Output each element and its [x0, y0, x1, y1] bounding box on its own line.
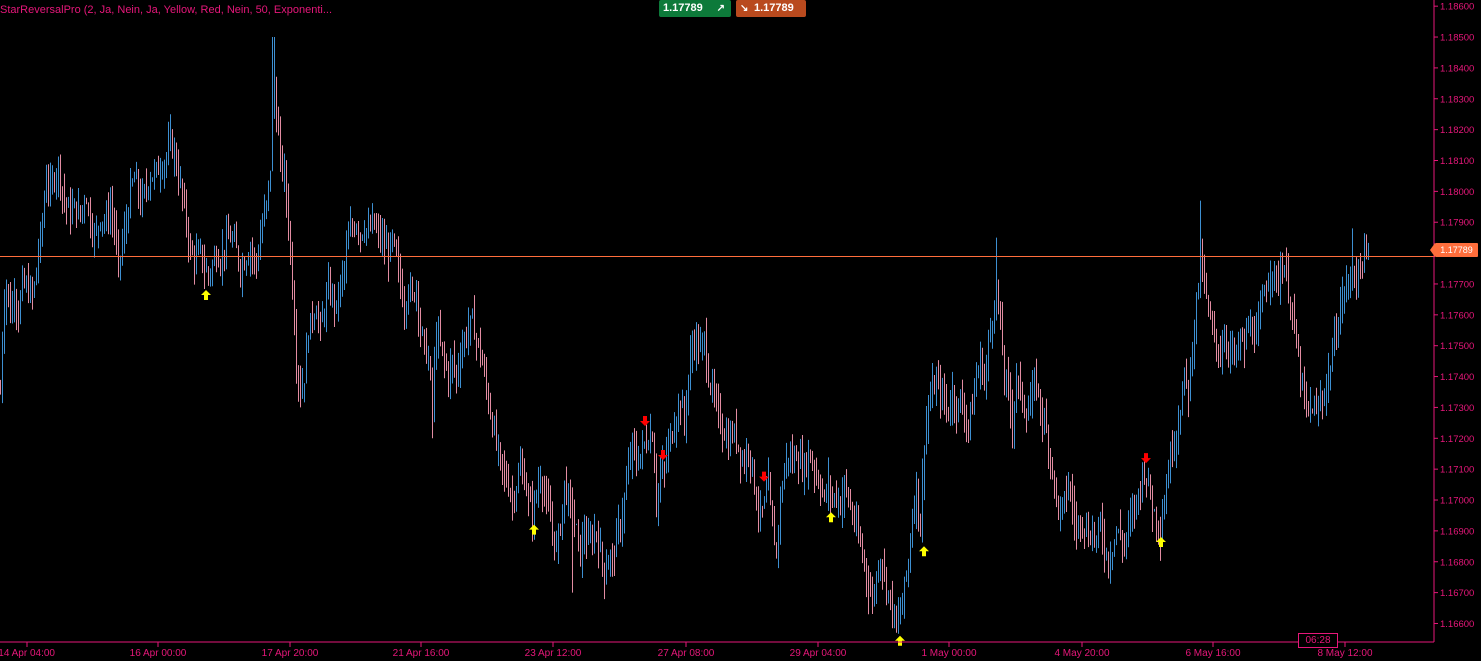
price-tick-label: 1.17600 — [1440, 310, 1474, 321]
price-tick-label: 1.18000 — [1440, 187, 1474, 198]
time-tick-label: 23 Apr 12:00 — [525, 648, 582, 659]
price-tick-label: 1.17200 — [1440, 434, 1474, 445]
sell-signal-arrow-icon — [1141, 453, 1151, 464]
price-tick-label: 1.18100 — [1440, 156, 1474, 167]
time-tick-label: 4 May 20:00 — [1054, 648, 1109, 659]
price-tick-label: 1.18400 — [1440, 63, 1474, 74]
price-axis[interactable]: 1.18600 1.18500 1.18400 1.18300 1.18200 1.181… — [1434, 2, 1474, 630]
time-tick-label: 16 Apr 00:00 — [130, 648, 187, 659]
price-tick-label: 1.17300 — [1440, 403, 1474, 414]
time-tick-label: 14 Apr 04:00 — [0, 648, 55, 659]
arrow-down-right-icon: ↘ — [740, 3, 749, 14]
time-tick-label: 27 Apr 08:00 — [658, 648, 715, 659]
buy-signal-arrow-icon — [826, 512, 836, 523]
time-tick-label: 17 Apr 20:00 — [262, 648, 319, 659]
arrow-up-right-icon: ↗ — [716, 3, 725, 14]
buy-signal-arrow-icon — [529, 524, 539, 535]
price-tick-label: 1.17700 — [1440, 279, 1474, 290]
price-tick-label: 1.17500 — [1440, 341, 1474, 352]
time-tick-label: 21 Apr 16:00 — [393, 648, 450, 659]
buy-signal-arrow-icon — [895, 635, 905, 646]
price-tick-label: 1.17900 — [1440, 218, 1474, 229]
buy-signal-arrow-icon — [1156, 536, 1166, 547]
time-tick-label: 29 Apr 04:00 — [790, 648, 847, 659]
current-price-tag: 1.17789 — [1430, 243, 1478, 257]
sell-signal-arrow-icon — [640, 416, 650, 427]
price-tick-label: 1.17100 — [1440, 465, 1474, 476]
countdown-timer: 06:28 — [1298, 633, 1338, 648]
buy-signal-arrow-icon — [919, 546, 929, 557]
price-tick-label: 1.17000 — [1440, 496, 1474, 507]
time-tick-label: 1 May 00:00 — [921, 648, 976, 659]
price-tick-label: 1.16900 — [1440, 526, 1474, 537]
signal-arrows — [201, 290, 1166, 646]
time-tick-label: 6 May 16:00 — [1185, 648, 1240, 659]
time-axis[interactable]: 14 Apr 04:00 16 Apr 00:00 17 Apr 20:00 21 A… — [0, 642, 1373, 659]
buy-price: 1.17789 — [663, 2, 703, 14]
price-tick-label: 1.16800 — [1440, 557, 1474, 568]
sell-price-button[interactable]: ↘ 1.17789 — [736, 0, 806, 17]
price-tick-label: 1.18300 — [1440, 94, 1474, 105]
buy-signal-arrow-icon — [201, 290, 211, 301]
price-tick-label: 1.16600 — [1440, 619, 1474, 630]
price-tick-label: 1.17400 — [1440, 372, 1474, 383]
indicator-title: StarReversalPro (2, Ja, Nein, Ja, Yellow… — [0, 4, 333, 16]
price-tick-label: 1.18200 — [1440, 125, 1474, 136]
sell-signal-arrow-icon — [759, 471, 769, 482]
price-tick-label: 1.18600 — [1440, 2, 1474, 13]
price-chart[interactable]: 1.18600 1.18500 1.18400 1.18300 1.18200 1.181… — [0, 0, 1481, 661]
time-tick-label: 8 May 12:00 — [1317, 648, 1372, 659]
price-tick-label: 1.16700 — [1440, 588, 1474, 599]
price-tick-label: 1.18500 — [1440, 33, 1474, 44]
buy-price-button[interactable]: 1.17789 ↗ — [659, 0, 731, 17]
ohlc-bars — [0, 37, 1369, 634]
